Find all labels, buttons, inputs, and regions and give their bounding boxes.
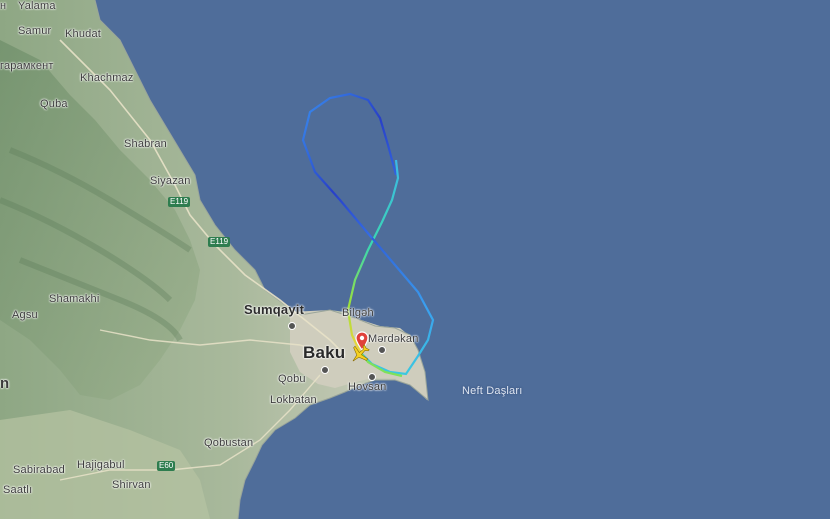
aircraft-icon[interactable] bbox=[349, 343, 371, 365]
road-badge-e119-a: E119 bbox=[168, 197, 191, 207]
label-neft-daslari: Neft Daşları bbox=[462, 385, 523, 397]
label-qobustan: Qobustan bbox=[204, 437, 254, 449]
label-quba: Quba bbox=[40, 98, 68, 110]
label-baku: Baku bbox=[303, 343, 346, 362]
label-samur: Samur bbox=[18, 25, 52, 37]
label-saatli: Saatlı bbox=[3, 484, 33, 496]
label-mardakan: Mərdəkan bbox=[368, 333, 419, 345]
place-dot-sumqayit bbox=[288, 322, 296, 330]
label-n-top: н bbox=[0, 0, 7, 12]
place-dot-hovsan bbox=[368, 373, 376, 381]
label-siyazan: Siyazan bbox=[150, 175, 191, 187]
label-bilgah: Bilgəh bbox=[342, 307, 374, 319]
label-khudat: Khudat bbox=[65, 28, 102, 40]
place-dot-mardakan bbox=[378, 346, 386, 354]
label-qobu: Qobu bbox=[278, 373, 306, 385]
flight-path-loop-west bbox=[301, 92, 398, 239]
label-yalama: Yalama bbox=[18, 0, 56, 12]
place-dot-baku bbox=[321, 366, 329, 374]
road-badge-e60: E60 bbox=[157, 461, 176, 471]
label-n-left: n bbox=[0, 375, 10, 392]
label-shirvan: Shirvan bbox=[112, 479, 151, 491]
label-hovsan: Hovsan bbox=[348, 381, 387, 393]
road-badge-e119-b: E119 bbox=[208, 237, 231, 247]
flight-map[interactable]: н Yalama Samur Khudat гарамкент Khachmaz… bbox=[0, 0, 830, 519]
label-hajigabul: Hajigabul bbox=[77, 459, 125, 471]
label-garamkent: гарамкент bbox=[0, 60, 54, 72]
label-agsu: Agsu bbox=[12, 309, 38, 321]
label-sabirabad: Sabirabad bbox=[13, 464, 65, 476]
label-shamakhi: Shamakhi bbox=[49, 293, 100, 305]
label-sumqayit: Sumqayit bbox=[244, 302, 305, 317]
label-lokbatan: Lokbatan bbox=[270, 394, 317, 406]
label-shabran: Shabran bbox=[124, 138, 167, 150]
label-khachmaz: Khachmaz bbox=[80, 72, 134, 84]
